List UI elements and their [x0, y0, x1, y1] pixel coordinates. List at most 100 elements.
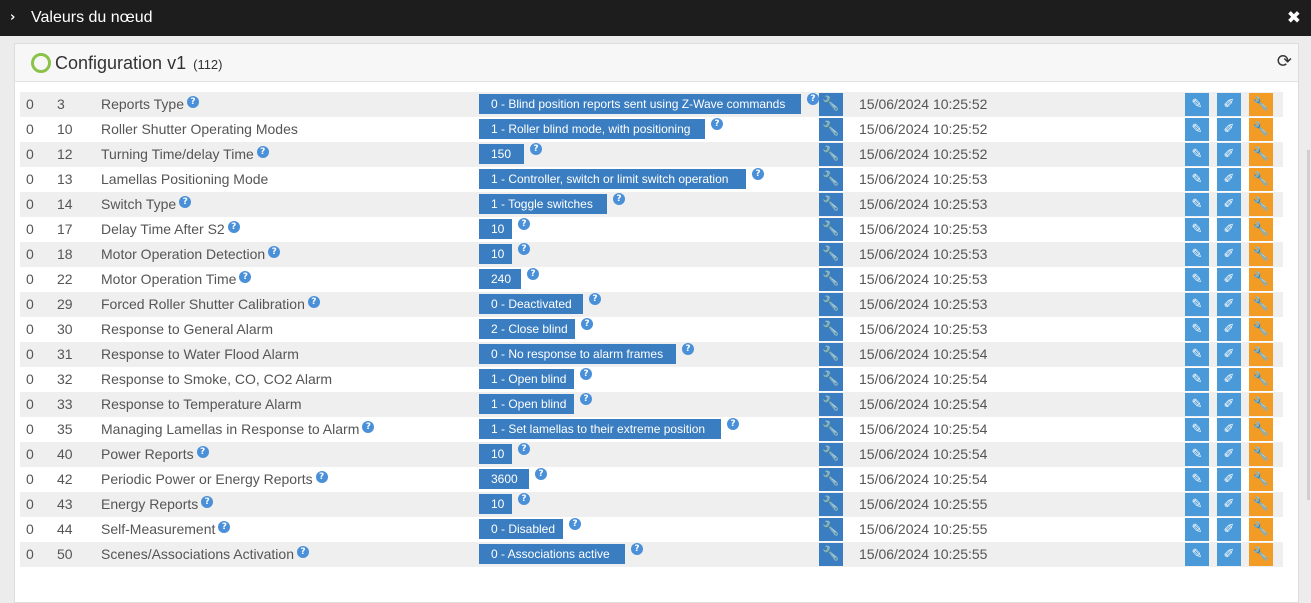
- wrench-icon[interactable]: 🔧: [819, 443, 843, 466]
- help-icon[interactable]: ?: [201, 496, 214, 508]
- value-help-icon[interactable]: ?: [518, 443, 530, 455]
- config-wrench-icon[interactable]: 🔧: [1249, 218, 1273, 241]
- wrench-icon[interactable]: 🔧: [819, 493, 843, 516]
- wrench-icon[interactable]: 🔧: [819, 268, 843, 291]
- wrench-icon[interactable]: 🔧: [819, 518, 843, 541]
- wrench-icon[interactable]: 🔧: [819, 318, 843, 341]
- value-help-icon[interactable]: ?: [752, 168, 764, 180]
- pencil-icon[interactable]: ✎: [1185, 468, 1209, 491]
- value-button[interactable]: 1 - Open blind: [479, 394, 574, 414]
- pencil-icon[interactable]: ✎: [1185, 93, 1209, 116]
- value-button[interactable]: 240: [479, 269, 521, 289]
- edit-icon[interactable]: ✐: [1217, 493, 1241, 516]
- wrench-icon[interactable]: 🔧: [819, 543, 843, 566]
- help-icon[interactable]: ?: [307, 296, 320, 308]
- value-help-icon[interactable]: ?: [589, 293, 601, 305]
- edit-icon[interactable]: ✐: [1217, 318, 1241, 341]
- pencil-icon[interactable]: ✎: [1185, 518, 1209, 541]
- pencil-icon[interactable]: ✎: [1185, 143, 1209, 166]
- config-wrench-icon[interactable]: 🔧: [1249, 268, 1273, 291]
- wrench-icon[interactable]: 🔧: [819, 193, 843, 216]
- wrench-icon[interactable]: 🔧: [819, 143, 843, 166]
- wrench-icon[interactable]: 🔧: [819, 468, 843, 491]
- edit-icon[interactable]: ✐: [1217, 193, 1241, 216]
- config-wrench-icon[interactable]: 🔧: [1249, 243, 1273, 266]
- config-wrench-icon[interactable]: 🔧: [1249, 93, 1273, 116]
- value-button[interactable]: 0 - Deactivated: [479, 294, 583, 314]
- help-icon[interactable]: ?: [227, 221, 240, 233]
- pencil-icon[interactable]: ✎: [1185, 193, 1209, 216]
- value-help-icon[interactable]: ?: [613, 193, 625, 205]
- value-button[interactable]: 1 - Set lamellas to their extreme positi…: [479, 419, 721, 439]
- edit-icon[interactable]: ✐: [1217, 443, 1241, 466]
- value-button[interactable]: 3600: [479, 469, 529, 489]
- value-button[interactable]: 1 - Roller blind mode, with positioning: [479, 119, 705, 139]
- value-help-icon[interactable]: ?: [682, 343, 694, 355]
- pencil-icon[interactable]: ✎: [1185, 293, 1209, 316]
- value-button[interactable]: 0 - Blind position reports sent using Z-…: [479, 94, 801, 114]
- wrench-icon[interactable]: 🔧: [819, 293, 843, 316]
- value-button[interactable]: 150: [479, 144, 524, 164]
- edit-icon[interactable]: ✐: [1217, 343, 1241, 366]
- close-icon[interactable]: ✖: [1287, 8, 1301, 28]
- help-icon[interactable]: ?: [196, 446, 209, 458]
- help-icon[interactable]: ?: [187, 96, 200, 108]
- value-help-icon[interactable]: ?: [807, 93, 819, 105]
- help-icon[interactable]: ?: [179, 196, 192, 208]
- wrench-icon[interactable]: 🔧: [819, 168, 843, 191]
- value-help-icon[interactable]: ?: [631, 543, 643, 555]
- config-wrench-icon[interactable]: 🔧: [1249, 118, 1273, 141]
- edit-icon[interactable]: ✐: [1217, 143, 1241, 166]
- config-wrench-icon[interactable]: 🔧: [1249, 168, 1273, 191]
- help-icon[interactable]: ?: [218, 521, 231, 533]
- value-help-icon[interactable]: ?: [518, 243, 530, 255]
- wrench-icon[interactable]: 🔧: [819, 418, 843, 441]
- config-wrench-icon[interactable]: 🔧: [1249, 468, 1273, 491]
- value-button[interactable]: 1 - Controller, switch or limit switch o…: [479, 169, 746, 189]
- value-help-icon[interactable]: ?: [711, 118, 723, 130]
- edit-icon[interactable]: ✐: [1217, 243, 1241, 266]
- edit-icon[interactable]: ✐: [1217, 293, 1241, 316]
- config-wrench-icon[interactable]: 🔧: [1249, 493, 1273, 516]
- edit-icon[interactable]: ✐: [1217, 393, 1241, 416]
- edit-icon[interactable]: ✐: [1217, 168, 1241, 191]
- pencil-icon[interactable]: ✎: [1185, 118, 1209, 141]
- value-button[interactable]: 10: [479, 444, 512, 464]
- value-help-icon[interactable]: ?: [530, 143, 542, 155]
- config-wrench-icon[interactable]: 🔧: [1249, 318, 1273, 341]
- value-help-icon[interactable]: ?: [518, 218, 530, 230]
- config-wrench-icon[interactable]: 🔧: [1249, 543, 1273, 566]
- edit-icon[interactable]: ✐: [1217, 468, 1241, 491]
- pencil-icon[interactable]: ✎: [1185, 168, 1209, 191]
- pencil-icon[interactable]: ✎: [1185, 418, 1209, 441]
- pencil-icon[interactable]: ✎: [1185, 543, 1209, 566]
- edit-icon[interactable]: ✐: [1217, 518, 1241, 541]
- pencil-icon[interactable]: ✎: [1185, 318, 1209, 341]
- config-wrench-icon[interactable]: 🔧: [1249, 418, 1273, 441]
- value-help-icon[interactable]: ?: [580, 368, 592, 380]
- value-help-icon[interactable]: ?: [518, 493, 530, 505]
- value-button[interactable]: 10: [479, 494, 512, 514]
- value-button[interactable]: 0 - Associations active: [479, 544, 625, 564]
- value-help-icon[interactable]: ?: [569, 518, 581, 530]
- pencil-icon[interactable]: ✎: [1185, 443, 1209, 466]
- edit-icon[interactable]: ✐: [1217, 418, 1241, 441]
- wrench-icon[interactable]: 🔧: [819, 243, 843, 266]
- chevron-right-icon[interactable]: ›: [10, 10, 15, 25]
- wrench-icon[interactable]: 🔧: [819, 393, 843, 416]
- value-button[interactable]: 2 - Close blind: [479, 319, 575, 339]
- pencil-icon[interactable]: ✎: [1185, 393, 1209, 416]
- edit-icon[interactable]: ✐: [1217, 218, 1241, 241]
- value-button[interactable]: 0 - No response to alarm frames: [479, 344, 676, 364]
- edit-icon[interactable]: ✐: [1217, 93, 1241, 116]
- config-wrench-icon[interactable]: 🔧: [1249, 293, 1273, 316]
- value-help-icon[interactable]: ?: [581, 318, 593, 330]
- edit-icon[interactable]: ✐: [1217, 118, 1241, 141]
- help-icon[interactable]: ?: [239, 271, 252, 283]
- value-help-icon[interactable]: ?: [535, 468, 547, 480]
- edit-icon[interactable]: ✐: [1217, 368, 1241, 391]
- edit-icon[interactable]: ✐: [1217, 543, 1241, 566]
- pencil-icon[interactable]: ✎: [1185, 368, 1209, 391]
- config-wrench-icon[interactable]: 🔧: [1249, 368, 1273, 391]
- value-help-icon[interactable]: ?: [727, 418, 739, 430]
